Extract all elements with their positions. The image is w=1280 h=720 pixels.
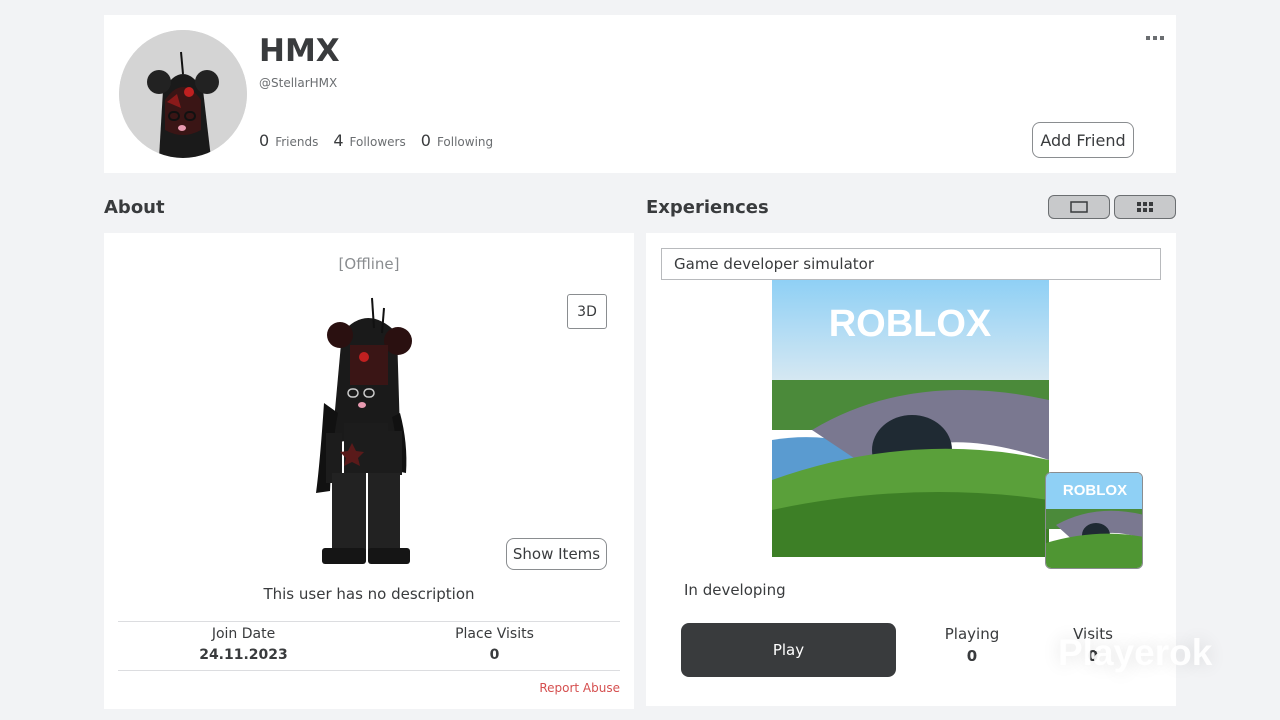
watermark: Playerok [1058,632,1213,673]
social-stats: 0 Friends 4 Followers 0 Following [259,131,508,150]
place-visits: Place Visits 0 [369,622,620,670]
place-visits-label: Place Visits [455,626,534,642]
join-date-value: 24.11.2023 [199,647,288,663]
username: @StellarHMX [259,76,338,90]
ellipsis-icon[interactable] [1146,33,1164,44]
about-card: [Offline] 3D Show Items This user has no… [104,233,634,709]
game-icon[interactable]: ROBLOX [1045,472,1143,569]
followers-stat[interactable]: 4 Followers [333,131,405,150]
avatar[interactable] [119,30,247,158]
display-name: HMX [259,33,340,69]
place-visits-value: 0 [489,647,500,663]
join-date-label: Join Date [211,626,276,642]
presence-status: [Offline] [338,255,400,273]
report-abuse-link[interactable]: Report Abuse [539,681,620,695]
following-stat[interactable]: 0 Following [421,131,493,150]
followers-label: Followers [349,135,406,149]
toggle-3d-button[interactable]: 3D [567,294,607,329]
playing-stat: Playing 0 [922,625,1022,665]
friends-count: 0 [259,131,270,150]
friends-stat[interactable]: 0 Friends [259,131,318,150]
show-items-button[interactable]: Show Items [506,538,607,570]
profile-info-row: Join Date 24.11.2023 Place Visits 0 [118,621,620,671]
following-count: 0 [420,131,431,150]
join-date: Join Date 24.11.2023 [118,622,369,670]
roblox-logo: ROBLOX [829,303,992,345]
profile-header: HMX @StellarHMX 0 Friends 4 Followers 0 … [104,15,1176,173]
game-thumbnail[interactable]: ROBLOX [772,280,1049,557]
view-single-button[interactable] [1048,195,1110,219]
play-button[interactable]: Play [681,623,896,677]
avatar-full-body [302,293,432,578]
add-friend-button[interactable]: Add Friend [1032,122,1134,158]
friends-label: Friends [275,135,319,149]
game-description: In developing [684,581,786,599]
following-label: Following [436,135,494,149]
playing-label: Playing [944,625,1000,643]
about-heading: About [104,197,165,218]
single-view-icon [1070,201,1088,213]
game-title: Game developer simulator [661,248,1161,280]
playing-value: 0 [966,647,978,665]
followers-count: 4 [333,131,344,150]
experiences-heading: Experiences [646,197,769,218]
grid-view-icon [1137,202,1153,212]
roblox-logo-small: ROBLOX [1063,482,1127,499]
profile-description: This user has no description [263,585,475,603]
view-grid-button[interactable] [1114,195,1176,219]
